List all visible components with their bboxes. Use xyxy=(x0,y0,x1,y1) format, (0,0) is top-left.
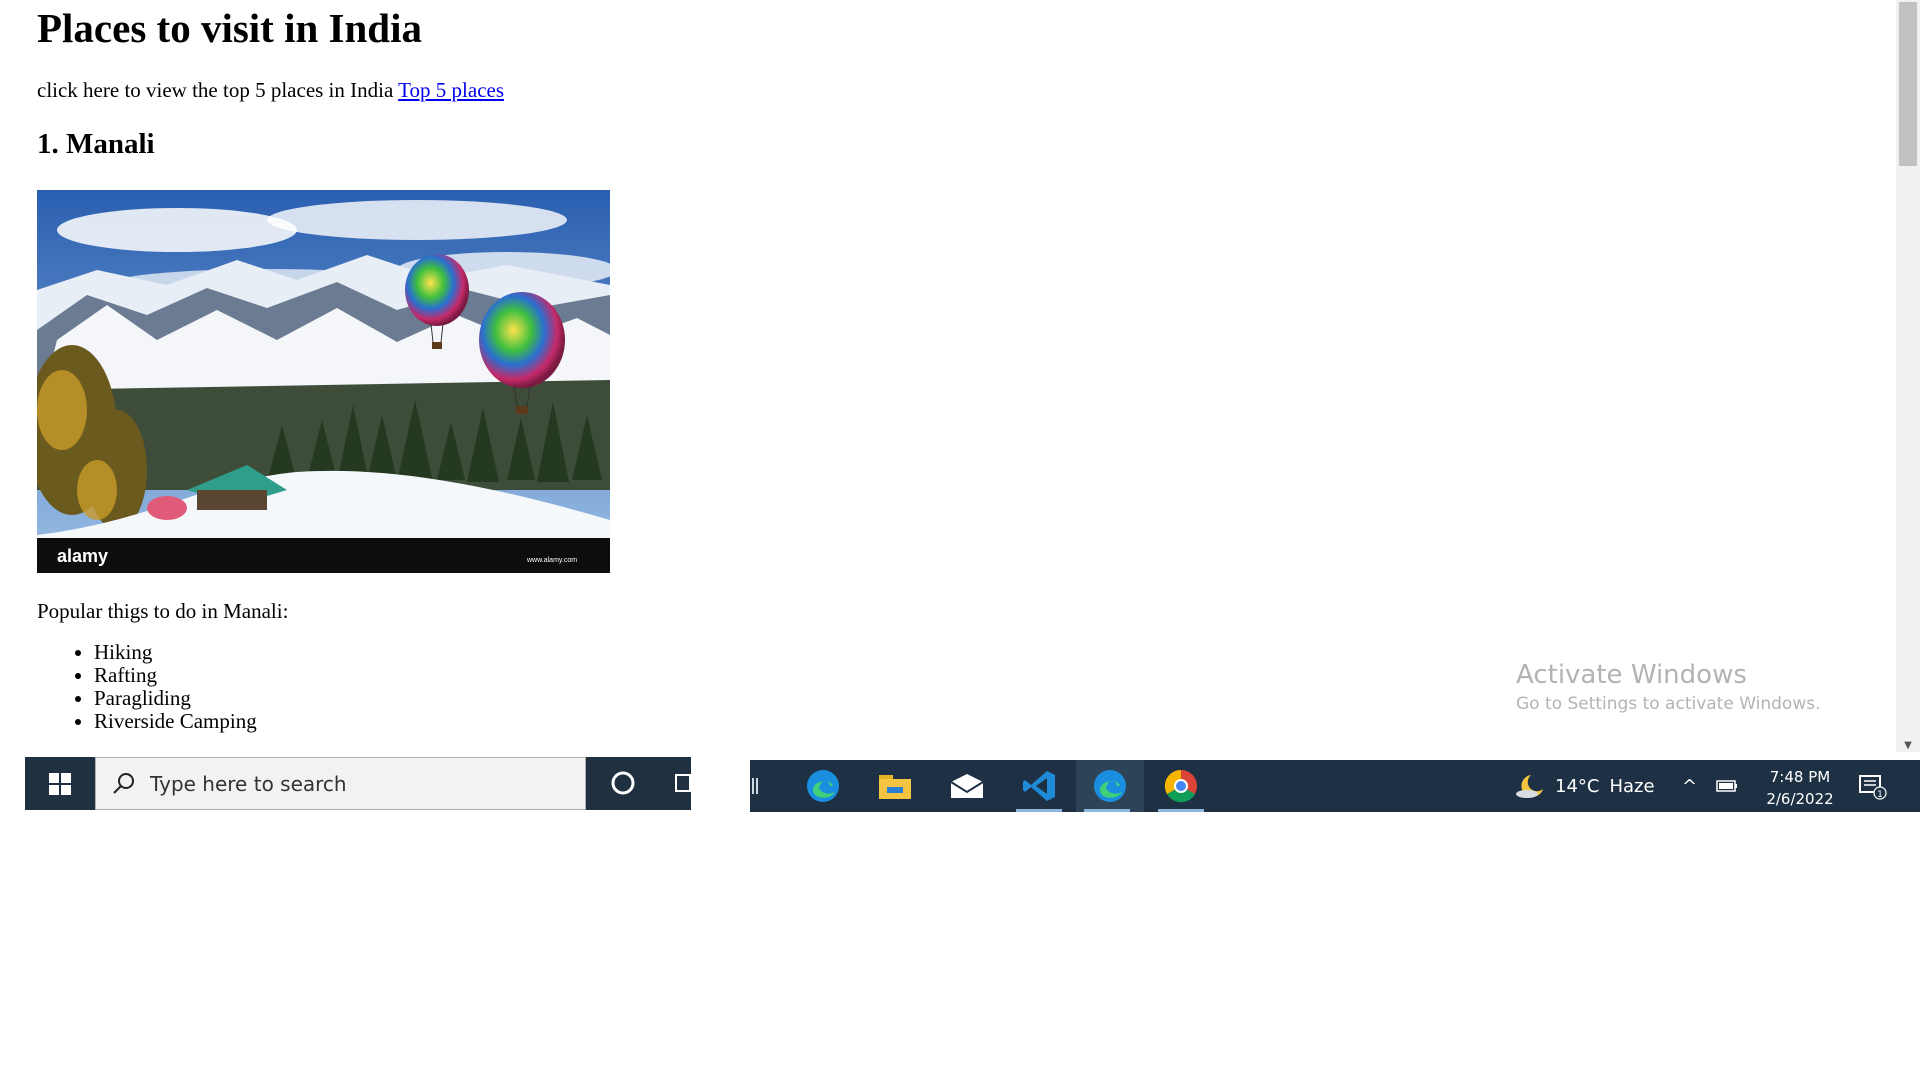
weather-moon-icon xyxy=(1516,775,1543,798)
alamy-url-text: www.alamy.com xyxy=(526,557,577,564)
search-placeholder: Type here to search xyxy=(150,771,347,796)
list-item: Paragliding xyxy=(94,687,257,710)
clock-time: 7:48 PM xyxy=(1769,768,1831,786)
clock-date: 2/6/2022 xyxy=(1766,790,1834,808)
activate-windows-watermark: Activate Windows Go to Settings to activ… xyxy=(1516,660,1821,714)
file-explorer-icon xyxy=(879,775,911,799)
vertical-scrollbar[interactable]: ▼ xyxy=(1896,0,1920,752)
notification-count: 1 xyxy=(1877,790,1883,800)
taskbar-edge-button[interactable] xyxy=(792,760,854,812)
watermark-subtitle: Go to Settings to activate Windows. xyxy=(1516,694,1821,714)
taskbar-file-explorer-button[interactable] xyxy=(864,760,926,812)
cortana-icon[interactable] xyxy=(610,770,636,796)
running-indicator xyxy=(1158,809,1204,812)
mail-icon xyxy=(950,774,984,798)
running-indicator xyxy=(1084,809,1130,812)
running-indicator xyxy=(1016,809,1062,812)
weather-desc: Haze xyxy=(1609,775,1655,797)
list-item: Rafting xyxy=(94,664,257,687)
taskbar-mail-button[interactable] xyxy=(936,760,998,812)
taskbar-search-box[interactable]: Type here to search xyxy=(95,757,586,810)
weather-widget[interactable]: 14°C Haze xyxy=(1515,760,1655,812)
intro-paragraph: click here to view the top 5 places in I… xyxy=(37,78,504,103)
browser-page: Places to visit in India click here to v… xyxy=(0,0,1896,752)
scrollbar-thumb[interactable] xyxy=(1899,2,1917,166)
top-5-places-link[interactable]: Top 5 places xyxy=(398,78,504,102)
start-button[interactable] xyxy=(25,757,95,810)
taskbar-edge-active-button[interactable] xyxy=(1076,760,1144,812)
battery-icon[interactable] xyxy=(1716,780,1738,792)
list-item: Riverside Camping xyxy=(94,710,257,733)
things-to-do-label: Popular thigs to do in Manali: xyxy=(37,599,289,623)
manali-photo: alamy www.alamy.com xyxy=(37,190,610,573)
list-item: Hiking xyxy=(94,641,257,664)
scroll-down-arrow-icon[interactable]: ▼ xyxy=(1902,740,1914,752)
watermark-title: Activate Windows xyxy=(1516,660,1747,690)
alamy-logo-text: alamy xyxy=(57,546,108,566)
notification-center-button[interactable]: 1 xyxy=(1858,774,1888,800)
notification-icon: 1 xyxy=(1859,775,1887,800)
intro-text: click here to view the top 5 places in I… xyxy=(37,78,399,102)
chrome-icon xyxy=(1164,769,1197,803)
section-heading: 1. Manali xyxy=(37,128,155,160)
things-to-do-list: Hiking Rafting Paragliding Riverside Cam… xyxy=(37,641,257,733)
taskbar-right: 14°C Haze ^ 7:48 PM 2/6/2022 1 xyxy=(750,760,1920,812)
page-title: Places to visit in India xyxy=(37,5,422,51)
vscode-icon xyxy=(1023,771,1055,801)
show-hidden-icons-chevron-icon[interactable]: ^ xyxy=(1682,776,1697,797)
search-icon xyxy=(113,772,134,794)
task-view-icon[interactable] xyxy=(675,773,691,795)
edge-icon xyxy=(1094,770,1126,802)
taskbar-left: Type here to search xyxy=(25,757,691,810)
taskbar-clock[interactable]: 7:48 PM 2/6/2022 xyxy=(1750,766,1850,810)
edge-icon xyxy=(807,770,839,802)
taskbar-chrome-button[interactable] xyxy=(1150,760,1212,812)
weather-temp: 14°C xyxy=(1555,775,1600,797)
taskbar-partial-icon xyxy=(750,774,760,798)
taskbar-vscode-button[interactable] xyxy=(1008,760,1070,812)
windows-logo-icon xyxy=(49,772,71,795)
